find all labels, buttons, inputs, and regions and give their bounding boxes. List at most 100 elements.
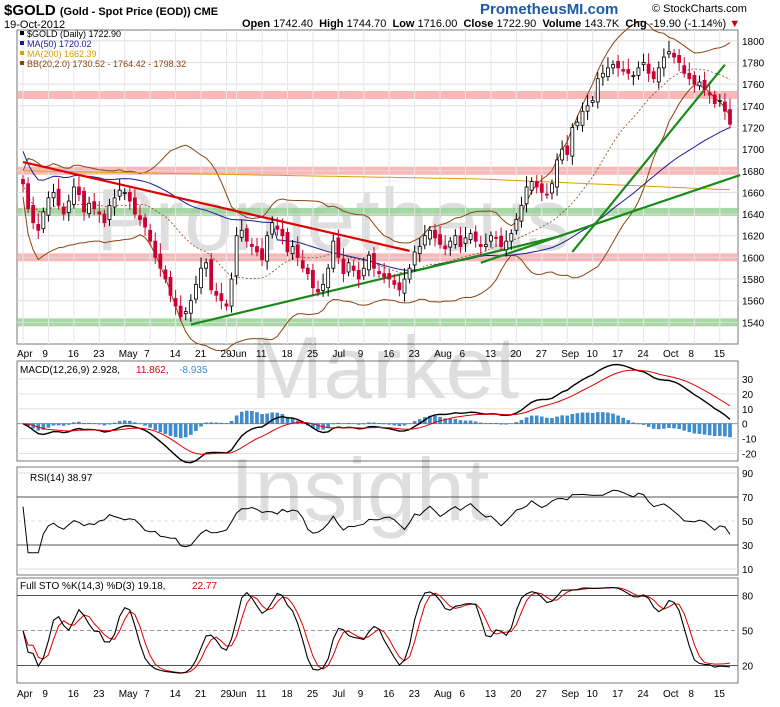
macd-histogram-bar: [143, 423, 147, 426]
candle-down: [249, 243, 254, 247]
candle-up: [641, 62, 646, 66]
date-tick-label-bottom: Apr: [17, 689, 33, 700]
candle-up: [361, 267, 366, 277]
macd-histogram-bar: [260, 414, 264, 424]
date-tick-label: 8: [688, 349, 694, 360]
macd-histogram-bar: [280, 414, 285, 424]
date-tick-label-bottom: Oct: [663, 689, 679, 700]
candle-up: [483, 243, 488, 247]
macd-histogram-bar: [550, 418, 554, 424]
macd-histogram-bar: [601, 412, 605, 424]
candle-up: [270, 222, 275, 235]
macd-legend-entry: 11.862,: [136, 365, 169, 376]
price-tick-label: 1700: [742, 145, 765, 156]
price-tick-label: 1720: [742, 123, 765, 134]
candle-down: [158, 253, 163, 269]
candle-down: [377, 271, 381, 275]
macd-histogram-bar: [692, 423, 697, 434]
candle-up: [290, 246, 295, 254]
candle-down: [255, 246, 259, 253]
candle-down: [351, 265, 356, 271]
candle-down: [626, 69, 631, 74]
macd-histogram-bar: [178, 423, 183, 439]
date-tick-label: 10: [587, 349, 599, 360]
candle-up: [514, 219, 519, 231]
macd-tick-label: 0: [742, 420, 748, 431]
date-tick-label: 20: [510, 349, 522, 360]
candle-down: [616, 61, 621, 69]
macd-histogram-bar: [728, 423, 732, 438]
macd-histogram-bar: [158, 423, 163, 433]
sto-tick-label: 80: [742, 592, 754, 603]
macd-histogram-bar: [463, 420, 468, 424]
candle-up: [560, 148, 565, 161]
macd-histogram-bar: [72, 422, 76, 424]
date-tick-label-bottom: 25: [307, 689, 319, 700]
candle-up: [188, 300, 193, 314]
macd-histogram-bar: [87, 422, 91, 424]
date-tick-label: 25: [307, 349, 319, 360]
candle-down: [56, 188, 61, 206]
macd-histogram-bar: [590, 413, 595, 424]
candle-down: [36, 223, 41, 231]
candle-down: [143, 217, 147, 228]
candle-up: [580, 110, 585, 126]
macd-histogram-bar: [336, 422, 341, 424]
date-tick-label: 13: [485, 349, 497, 360]
candle-up: [590, 99, 595, 103]
candle-up: [51, 192, 56, 199]
candle-down: [687, 72, 692, 80]
date-tick-label: Jul: [332, 349, 345, 360]
candle-up: [66, 200, 71, 213]
price-tick-label: 1540: [742, 318, 765, 329]
candle-up: [183, 311, 188, 315]
macd-histogram-bar: [128, 420, 132, 424]
candle-up: [199, 267, 203, 289]
candle-down: [295, 244, 300, 258]
candle-down: [127, 192, 132, 202]
date-tick-label-bottom: Sep: [561, 689, 579, 700]
candle-down: [92, 201, 97, 210]
candle-up: [122, 192, 127, 194]
macd-histogram-bar: [107, 423, 112, 425]
candle-up: [46, 197, 51, 216]
macd-histogram-bar: [194, 423, 198, 431]
date-tick-label: 6: [460, 349, 466, 360]
candle-up: [331, 240, 336, 269]
candle-down: [443, 245, 448, 250]
date-tick-label-bottom: 9: [358, 689, 364, 700]
rsi-legend-entry: RSI(14) 38.97: [30, 473, 93, 484]
macd-histogram-bar: [468, 420, 473, 424]
candle-up: [402, 278, 407, 294]
macd-histogram-bar: [117, 421, 122, 424]
macd-histogram-bar: [575, 413, 580, 424]
candle-down: [336, 237, 341, 258]
macd-histogram-bar: [245, 410, 249, 424]
legend-swatch: [20, 61, 24, 65]
macd-histogram-bar: [219, 422, 224, 424]
candle-up: [87, 202, 92, 214]
sto-tick-label: 50: [742, 627, 754, 638]
chart-date: 19-Oct-2012: [4, 19, 66, 31]
macd-histogram-bar: [667, 423, 671, 428]
candle-up: [519, 205, 524, 222]
date-tick-label-bottom: 27: [536, 689, 548, 700]
candle-down: [173, 298, 178, 307]
candle-up: [667, 51, 671, 55]
date-tick-label: 9: [42, 349, 48, 360]
candle-up: [600, 72, 605, 78]
macd-tick-label: -20: [742, 450, 757, 461]
candle-down: [672, 52, 676, 58]
macd-histogram-bar: [367, 422, 371, 424]
candle-up: [595, 78, 600, 103]
macd-histogram-bar: [682, 423, 686, 431]
candle-up: [265, 235, 270, 262]
macd-histogram-bar: [479, 422, 483, 424]
date-tick-label-bottom: Aug: [434, 689, 452, 700]
macd-tick-label: -10: [742, 435, 757, 446]
candle-up: [661, 56, 666, 69]
macd-histogram-bar: [82, 422, 86, 424]
macd-histogram-bar: [412, 421, 417, 424]
sto-legend-entry: 22.77: [192, 581, 217, 592]
macd-histogram-bar: [611, 413, 615, 424]
